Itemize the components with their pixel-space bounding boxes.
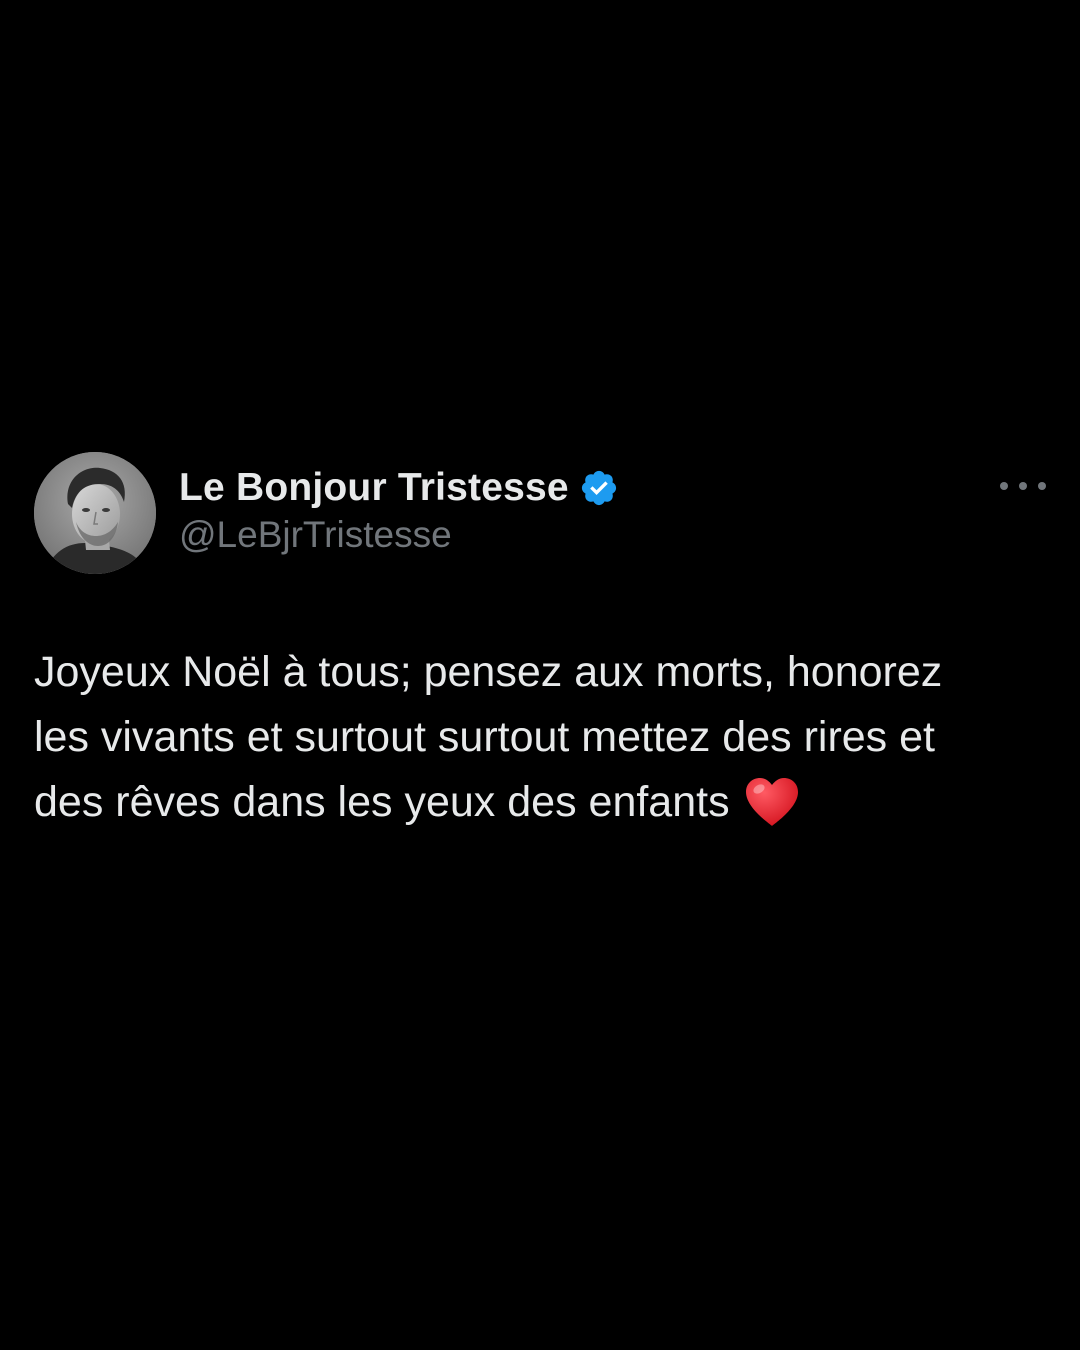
ellipsis-icon[interactable] bbox=[1000, 474, 1046, 498]
tweet-card: Le Bonjour Tristesse @LeBjrTristesse Joy… bbox=[0, 450, 1080, 850]
author-handle[interactable]: @LeBjrTristesse bbox=[179, 514, 452, 556]
ellipsis-dot bbox=[1038, 482, 1046, 490]
ellipsis-dot bbox=[1019, 482, 1027, 490]
tweet-body: Joyeux Noël à tous; pensez aux morts, ho… bbox=[34, 648, 943, 826]
profile-photo bbox=[34, 452, 156, 574]
verified-badge-icon bbox=[579, 468, 619, 508]
author-display-name[interactable]: Le Bonjour Tristesse bbox=[179, 466, 569, 510]
avatar[interactable] bbox=[34, 452, 156, 574]
tweet-text: Joyeux Noël à tous; pensez aux morts, ho… bbox=[34, 640, 1044, 835]
author-name-row: Le Bonjour Tristesse bbox=[179, 464, 619, 512]
red-heart-icon bbox=[744, 776, 800, 828]
ellipsis-dot bbox=[1000, 482, 1008, 490]
